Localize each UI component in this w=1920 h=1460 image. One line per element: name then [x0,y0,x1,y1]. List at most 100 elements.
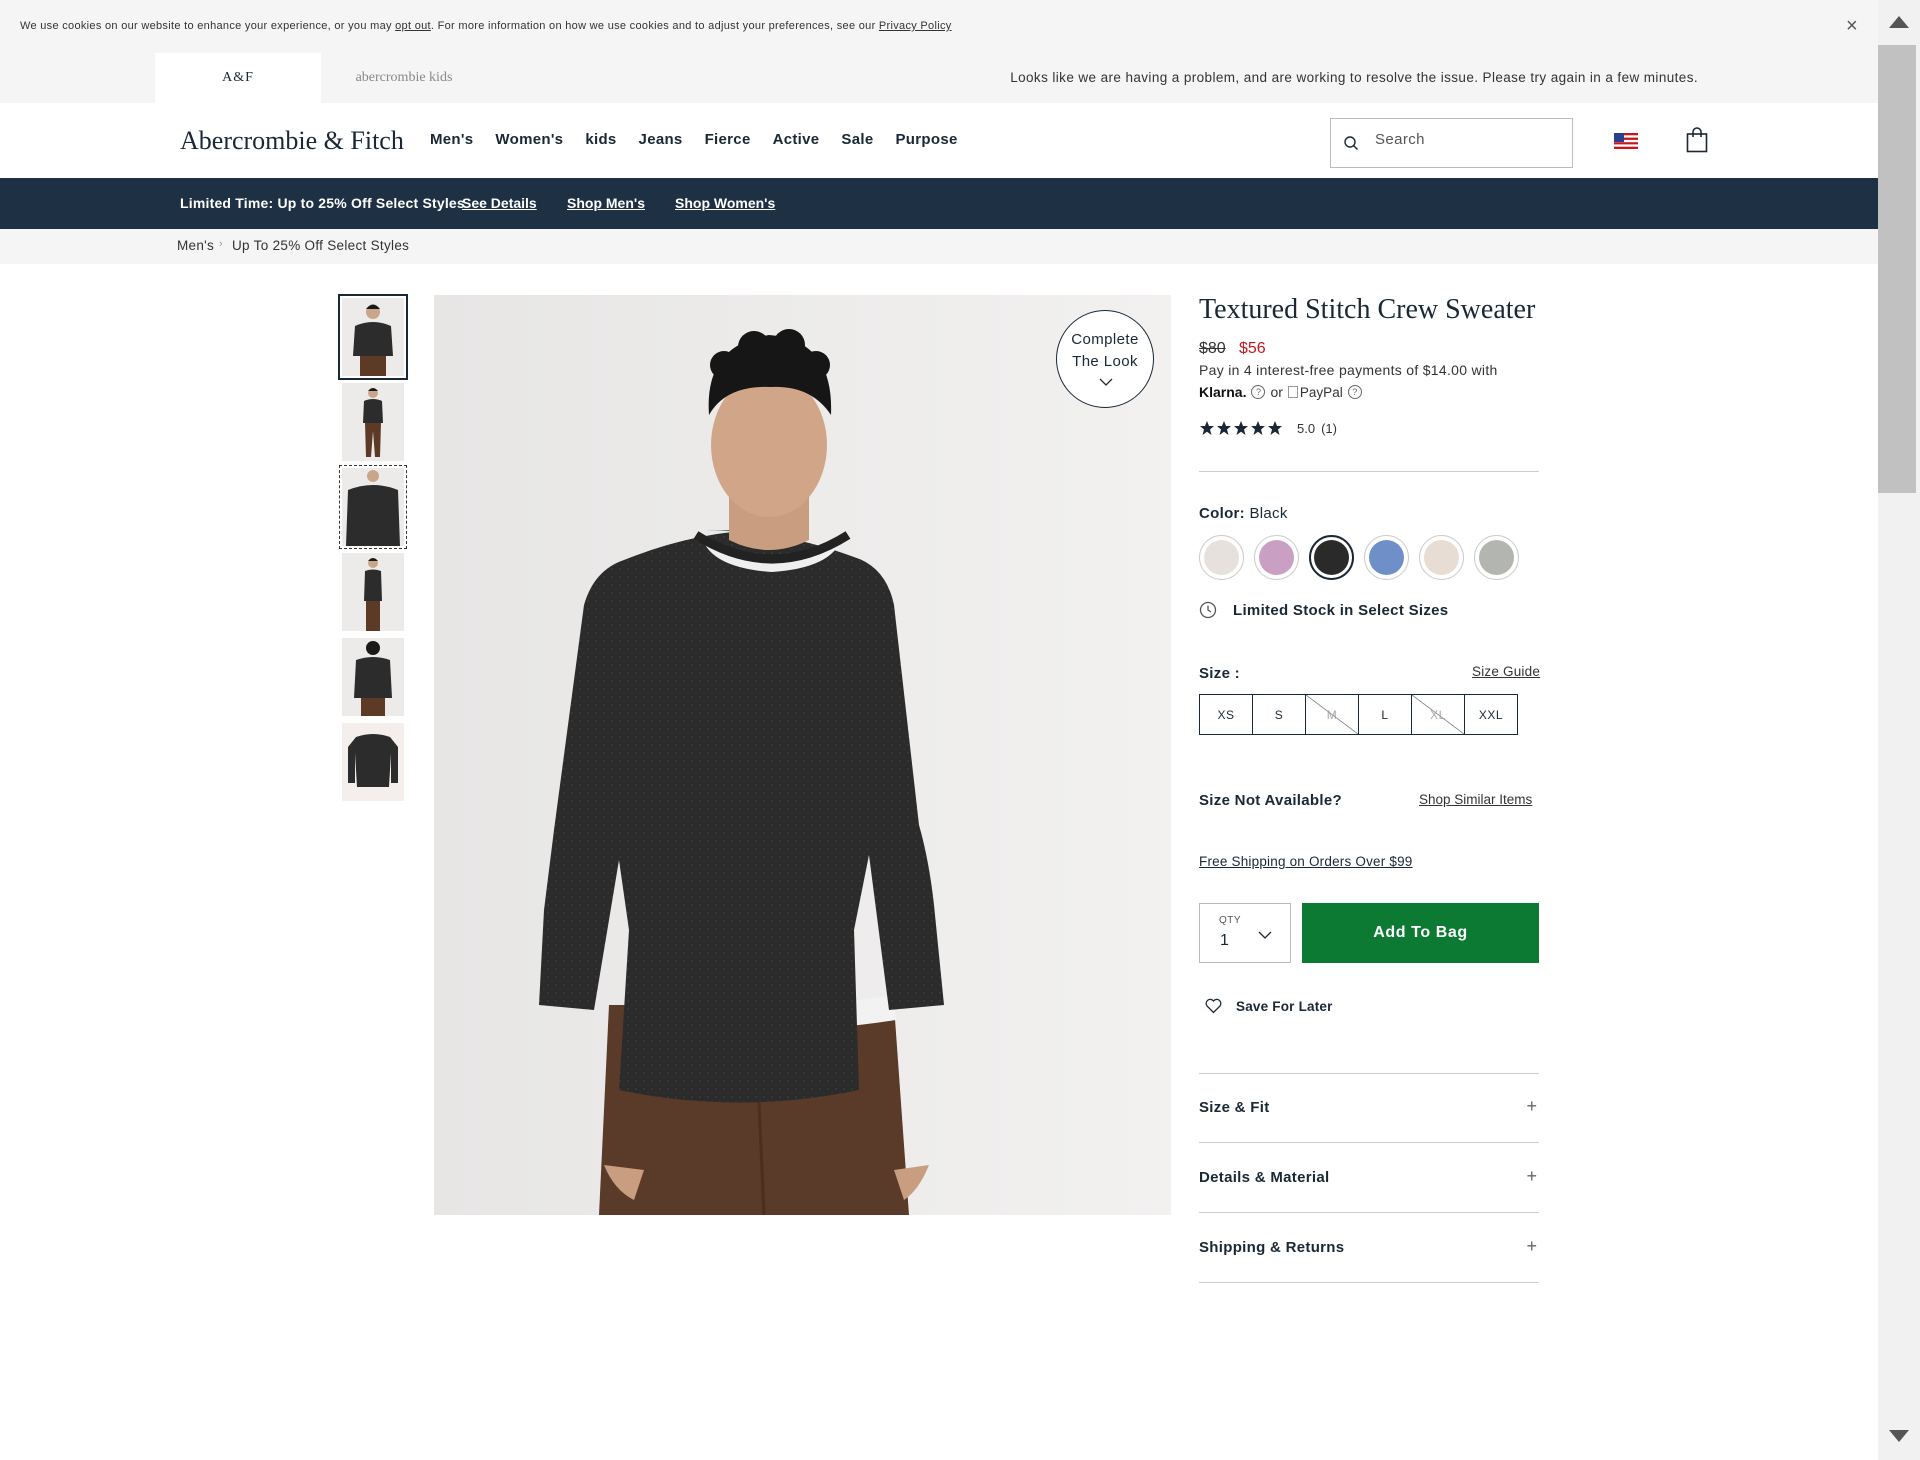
nav-item-womens[interactable]: Women's [495,131,563,148]
color-swatch-lilac[interactable] [1254,535,1299,580]
color-swatch-black[interactable] [1309,535,1354,580]
accordion-shipping-returns[interactable]: Shipping & Returns + [1199,1214,1539,1283]
scroll-up-arrow-icon[interactable] [1889,16,1909,28]
size-option-l[interactable]: L [1358,694,1412,735]
size-option-m[interactable]: M [1305,694,1359,735]
shop-womens-link[interactable]: Shop Women's [675,195,775,211]
search-icon [1344,136,1358,150]
size-option-xxl[interactable]: XXL [1464,694,1518,735]
klarna-help-icon[interactable]: ? [1251,385,1266,399]
rating-stars [1199,420,1283,436]
opt-out-link[interactable]: opt out [395,20,431,32]
nav-item-active[interactable]: Active [773,131,820,148]
shop-similar-link[interactable]: Shop Similar Items [1419,792,1532,807]
rating-count[interactable]: (1) [1321,421,1337,436]
nav-item-fierce[interactable]: Fierce [705,131,751,148]
breadcrumb-mens[interactable]: Men's [177,238,214,253]
product-thumbnail-4[interactable] [342,553,404,631]
complete-look-line-2: The Look [1072,353,1138,370]
cookie-text-middle: . For more information on how we use coo… [430,20,879,32]
star-icon [1217,421,1231,435]
accordion-size-fit[interactable]: Size & Fit + [1199,1074,1539,1143]
close-icon[interactable]: × [1846,14,1858,38]
cookie-text: We use cookies on our website to enhance… [20,20,952,32]
product-thumbnail-6[interactable] [342,723,404,801]
nav-item-sale[interactable]: Sale [841,131,873,148]
selected-color: Black [1249,505,1288,522]
nav-item-purpose[interactable]: Purpose [895,131,957,148]
size-option-s[interactable]: S [1252,694,1306,735]
breadcrumb-current[interactable]: Up To 25% Off Select Styles [232,238,409,253]
scroll-down-arrow-icon[interactable] [1889,1430,1909,1442]
quantity-value: 1 [1220,932,1229,949]
nav-item-kids[interactable]: kids [585,131,616,148]
complete-the-look-button[interactable]: Complete The Look [1056,310,1154,408]
cookie-text-start: We use cookies on our website to enhance… [20,20,396,32]
breadcrumb-separator-icon: › [219,238,223,250]
nav-item-jeans[interactable]: Jeans [639,131,683,148]
accordion-details-material[interactable]: Details & Material + [1199,1144,1539,1213]
thumbnail-image [342,383,404,461]
swatch-fill [1259,540,1294,575]
or-text: or [1270,384,1283,400]
see-details-link[interactable]: See Details [462,195,537,211]
product-main-image[interactable] [434,295,1171,1215]
search-input[interactable] [1375,131,1555,148]
cookie-banner: We use cookies on our website to enhance… [0,0,1878,53]
brand-strip: A&F abercrombie kids Looks like we are h… [0,53,1878,103]
color-label: Color: Black [1199,505,1288,522]
color-swatch-blue[interactable] [1364,535,1409,580]
product-thumbnail-3[interactable] [339,465,407,549]
size-not-available-label: Size Not Available? [1199,792,1342,809]
sale-price: $56 [1239,340,1266,357]
paypal-alt-text: PayPal [1299,384,1343,400]
accordion-title: Size & Fit [1199,1099,1270,1116]
plus-icon: + [1526,1096,1537,1116]
color-swatch-grey[interactable] [1474,535,1519,580]
complete-look-line-1: Complete [1071,331,1139,348]
size-option-xs[interactable]: XS [1199,694,1253,735]
page-scrollbar[interactable] [1878,0,1920,1460]
promo-text: Limited Time: Up to 25% Off Select Style… [180,195,465,211]
swatch-fill [1424,540,1459,575]
color-swatch-oatmeal[interactable] [1199,535,1244,580]
scrollbar-thumb[interactable] [1878,45,1916,493]
shopping-bag-icon[interactable] [1686,127,1708,153]
size-guide-link[interactable]: Size Guide [1472,664,1540,679]
add-to-bag-button[interactable]: Add To Bag [1302,903,1539,963]
brand-tab-af[interactable]: A&F [155,53,321,103]
paypal-help-icon[interactable]: ? [1347,385,1362,399]
product-title: Textured Stitch Crew Sweater [1199,294,1536,325]
star-icon [1268,421,1282,435]
search-box[interactable] [1330,118,1573,168]
privacy-policy-link[interactable]: Privacy Policy [879,20,952,32]
brand-tab-kids[interactable]: abercrombie kids [321,53,487,103]
size-option-xl[interactable]: XL [1411,694,1465,735]
installment-text: Pay in 4 interest-free payments of $14.0… [1199,362,1498,378]
product-thumbnail-5[interactable] [342,638,404,716]
main-nav: Men's Women's kids Jeans Fierce Active S… [430,131,980,148]
divider [1199,471,1539,472]
us-flag-icon[interactable] [1614,133,1638,149]
free-shipping-link[interactable]: Free Shipping on Orders Over $99 [1199,854,1413,869]
color-label-title: Color: [1199,505,1245,522]
shop-mens-link[interactable]: Shop Men's [567,195,645,211]
thumbnail-image [342,553,404,631]
error-message: Looks like we are having a problem, and … [1010,70,1698,85]
quantity-label: QTY [1219,915,1242,926]
quantity-select[interactable]: QTY 1 [1199,903,1291,963]
color-swatch-cream-stripe[interactable] [1419,535,1464,580]
plus-icon: + [1526,1236,1537,1256]
breadcrumb: Men's › Up To 25% Off Select Styles [0,229,1878,264]
heart-icon [1205,998,1222,1014]
swatch-fill [1314,540,1349,575]
product-rating[interactable]: 5.0 (1) [1199,420,1337,436]
product-thumbnail-2[interactable] [342,383,404,461]
klarna-logo: Klarna. [1199,384,1247,400]
save-for-later-button[interactable]: Save For Later [1205,998,1333,1014]
star-icon [1200,421,1214,435]
logo[interactable]: Abercrombie & Fitch [180,126,404,156]
thumbnail-image [342,298,404,376]
nav-item-mens[interactable]: Men's [430,131,473,148]
product-thumbnail-1[interactable] [338,294,408,380]
